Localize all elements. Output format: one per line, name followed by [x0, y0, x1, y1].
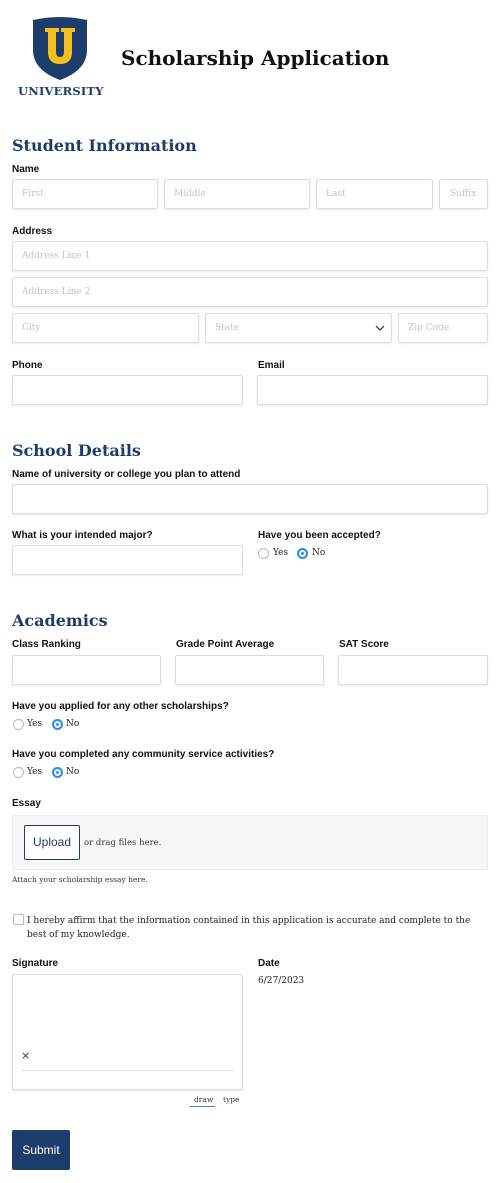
- phone-label: Phone: [12, 360, 43, 371]
- middle-name-input[interactable]: Middle: [164, 179, 310, 209]
- clear-signature-icon[interactable]: ×: [21, 1049, 30, 1062]
- community-service-label: Have you completed any community service…: [12, 749, 275, 760]
- page-title: Scholarship Application: [121, 46, 390, 70]
- drag-files-text: or drag files here.: [84, 838, 162, 848]
- major-input[interactable]: [12, 545, 243, 575]
- other-scholarships-no-label: No: [66, 719, 80, 729]
- signature-label: Signature: [12, 958, 59, 969]
- signature-tab-draw[interactable]: draw: [194, 1095, 213, 1104]
- university-label: Name of university or college you plan t…: [12, 469, 241, 480]
- university-logo: UNIVERSITY: [18, 16, 104, 100]
- section-title-school-details: School Details: [12, 441, 141, 460]
- signature-baseline: [21, 1070, 234, 1071]
- address-label: Address: [12, 226, 53, 237]
- email-input[interactable]: [257, 375, 488, 405]
- community-service-yes-radio[interactable]: [13, 767, 24, 778]
- name-label: Name: [12, 164, 40, 175]
- upload-button[interactable]: Upload: [24, 825, 80, 860]
- other-scholarships-label: Have you applied for any other scholarsh…: [12, 701, 229, 712]
- state-select[interactable]: State: [205, 313, 392, 343]
- phone-input[interactable]: [12, 375, 243, 405]
- accepted-yes-radio[interactable]: [258, 548, 269, 559]
- community-service-no-radio[interactable]: [52, 767, 63, 778]
- community-service-no-label: No: [66, 767, 80, 777]
- state-select-value: State: [215, 323, 240, 333]
- suffix-input[interactable]: Suffix: [439, 179, 488, 209]
- affirm-checkbox[interactable]: [13, 914, 24, 925]
- email-label: Email: [258, 360, 285, 371]
- university-input[interactable]: [12, 484, 488, 514]
- address-line-2-input[interactable]: Address Line 2: [12, 277, 488, 307]
- page-header: UNIVERSITY Scholarship Application: [0, 0, 500, 110]
- address-line-1-input[interactable]: Address Line 1: [12, 241, 488, 271]
- chevron-down-icon: [375, 325, 385, 331]
- accepted-no-radio[interactable]: [297, 548, 308, 559]
- date-label: Date: [258, 958, 280, 969]
- signature-tab-type[interactable]: type: [223, 1095, 240, 1104]
- essay-dropzone[interactable]: Upload or drag files here.: [12, 815, 488, 870]
- community-service-radio-group: Yes No: [13, 766, 113, 780]
- logo-wordmark: UNIVERSITY: [18, 84, 104, 98]
- other-scholarships-yes-radio[interactable]: [13, 719, 24, 730]
- other-scholarships-radio-group: Yes No: [13, 718, 113, 732]
- section-title-student-information: Student Information: [12, 136, 197, 155]
- city-input[interactable]: City: [12, 313, 199, 343]
- major-label: What is your intended major?: [12, 530, 153, 541]
- section-title-academics: Academics: [12, 611, 108, 630]
- gpa-input[interactable]: [175, 655, 324, 685]
- class-ranking-label: Class Ranking: [12, 639, 81, 650]
- last-name-input[interactable]: Last: [316, 179, 433, 209]
- class-ranking-input[interactable]: [12, 655, 161, 685]
- zip-code-input[interactable]: Zip Code: [398, 313, 488, 343]
- submit-button[interactable]: Submit: [12, 1130, 70, 1170]
- essay-label: Essay: [12, 798, 41, 809]
- other-scholarships-no-radio[interactable]: [52, 719, 63, 730]
- other-scholarships-yes-label: Yes: [27, 719, 43, 729]
- essay-helper-text: Attach your scholarship essay here.: [12, 875, 148, 884]
- sat-score-input[interactable]: [338, 655, 488, 685]
- signature-pad[interactable]: ×: [12, 974, 243, 1090]
- shield-icon: [33, 17, 87, 80]
- community-service-yes-label: Yes: [27, 767, 43, 777]
- date-value: 6/27/2023: [258, 976, 305, 986]
- affirm-text: I hereby affirm that the information con…: [27, 916, 471, 940]
- accepted-label: Have you been accepted?: [258, 530, 381, 541]
- accepted-no-label: No: [312, 548, 326, 558]
- gpa-label: Grade Point Average: [176, 639, 275, 650]
- first-name-input[interactable]: First: [12, 179, 158, 209]
- signature-tab-active-indicator: [190, 1106, 215, 1107]
- accepted-yes-label: Yes: [273, 548, 289, 558]
- sat-score-label: SAT Score: [339, 639, 389, 650]
- accepted-radio-group: Yes No: [258, 547, 358, 561]
